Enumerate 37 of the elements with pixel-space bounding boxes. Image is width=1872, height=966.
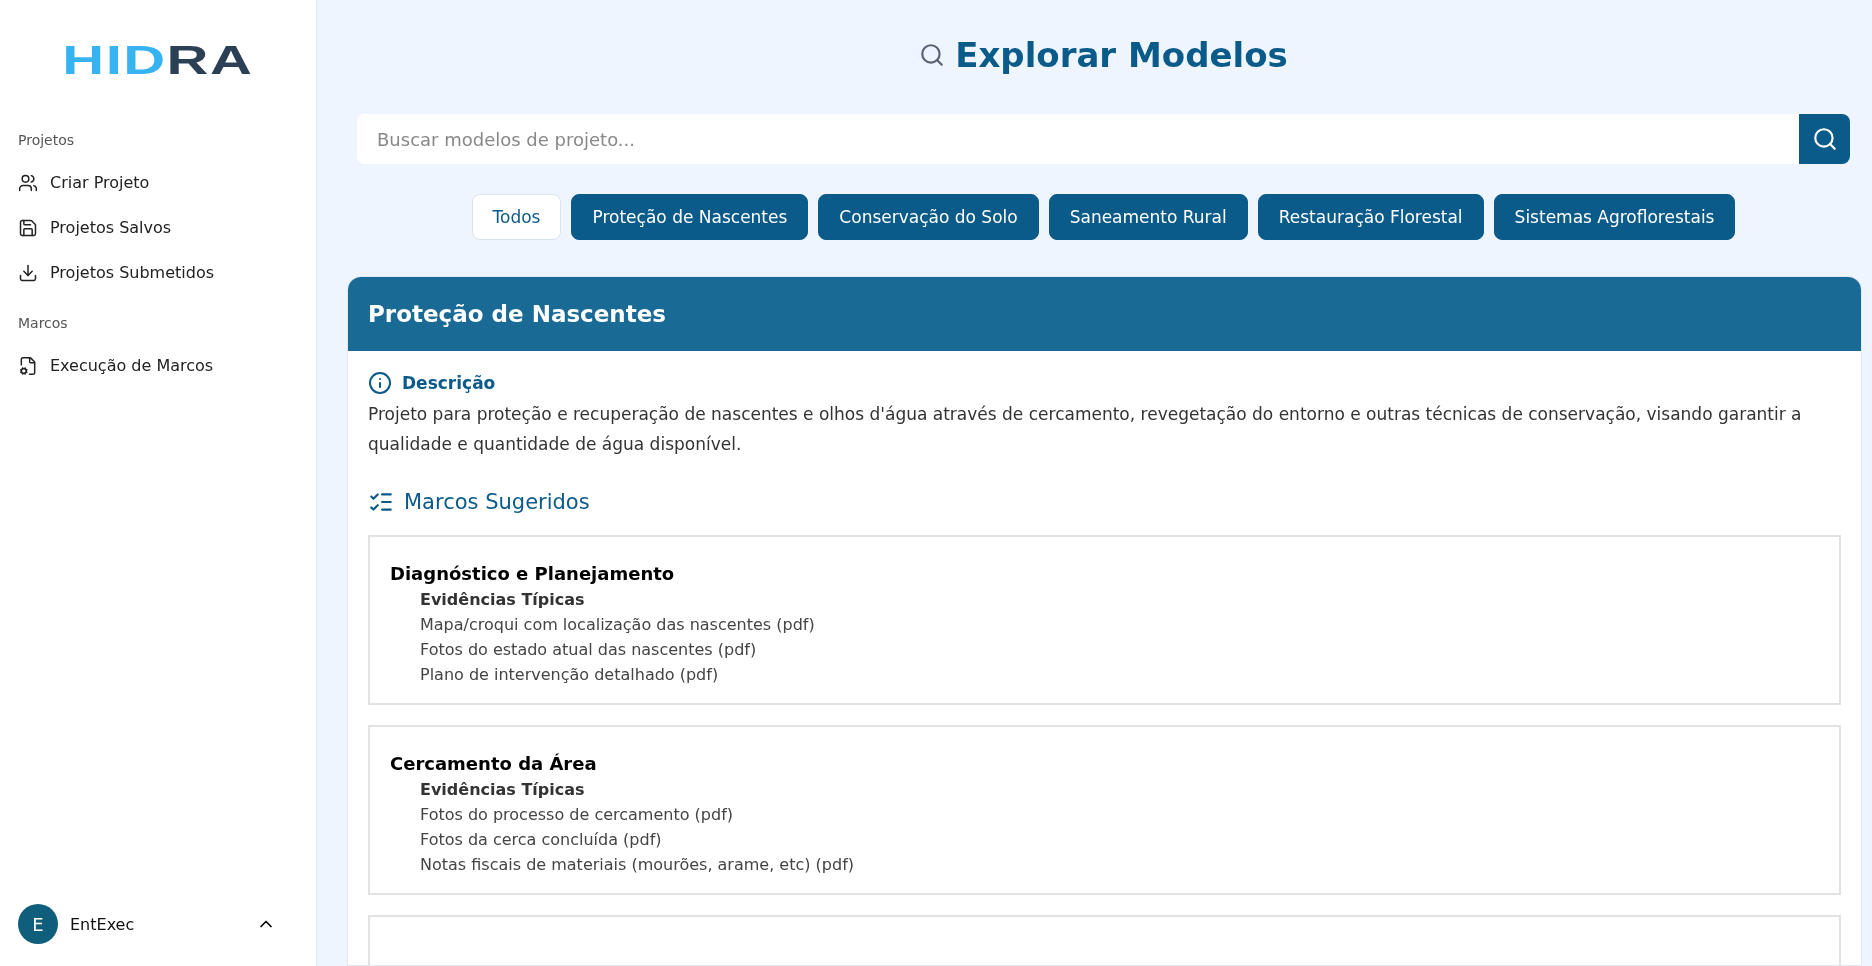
page-title: Explorar Modelos: [955, 35, 1288, 75]
sidebar-item[interactable]: Criar Projeto: [18, 160, 298, 205]
avatar: E: [18, 904, 58, 944]
filter-tab[interactable]: Proteção de Nascentes: [571, 194, 809, 240]
sidebar-item[interactable]: Execução de Marcos: [18, 343, 298, 388]
evidence-item: Plano de intervenção detalhado (pdf): [420, 664, 720, 686]
search-button[interactable]: [1799, 114, 1850, 164]
evidence-item: Fotos da cerca concluída (pdf): [420, 829, 663, 851]
evidence-item: Fotos do estado atual das nascentes (pdf): [420, 639, 758, 661]
milestone-title: Diagnóstico e Planejamento: [390, 563, 676, 584]
section-heading: Marcos Sugeridos: [404, 490, 590, 514]
evidence-heading: Evidências Típicas: [420, 589, 586, 611]
evidence-item: Mapa/croqui com localização das nascentes (pdf): [420, 614, 816, 636]
section-heading: Descrição: [402, 373, 496, 393]
user-menu[interactable]: E EntExec: [18, 892, 298, 956]
file-gear-icon: [18, 355, 38, 376]
user-name: EntExec: [70, 914, 136, 934]
filter-tab[interactable]: Conservação do Solo: [818, 194, 1039, 240]
filter-tab[interactable]: Todos: [471, 194, 562, 240]
section-title: Marcos: [18, 315, 69, 331]
filter-tab[interactable]: Saneamento Rural: [1048, 194, 1248, 240]
filter-tab[interactable]: Restauração Florestal: [1257, 194, 1484, 240]
filter-tab[interactable]: Sistemas Agroflorestais: [1493, 194, 1736, 240]
evidence-item: Notas fiscais de materiais (mourões, arame, etc) (pdf): [420, 854, 855, 876]
sidebar-item[interactable]: Projetos Salvos: [18, 205, 298, 250]
search-icon: [1811, 126, 1838, 152]
section-title: Projetos: [18, 132, 76, 148]
milestone-title: Cercamento da Área: [390, 753, 598, 774]
info-icon: [368, 371, 392, 395]
evidence-heading: Evidências Típicas: [420, 779, 586, 801]
evidence-item: Fotos do processo de cercamento (pdf): [420, 804, 734, 826]
search-icon: [919, 42, 946, 68]
card-title: Proteção de Nascentes: [348, 277, 1861, 351]
sidebar-item[interactable]: Projetos Submetidos: [18, 250, 298, 295]
users-icon: [18, 172, 38, 193]
description-text: Projeto para proteção e recuperação de nascentes e olhos d'água através de cercamento, revegetação do entorno e outras técnicas de conservação, visando garantir a qualidade e quantidade de água disponível.: [368, 403, 1803, 456]
download-icon: [18, 262, 38, 283]
